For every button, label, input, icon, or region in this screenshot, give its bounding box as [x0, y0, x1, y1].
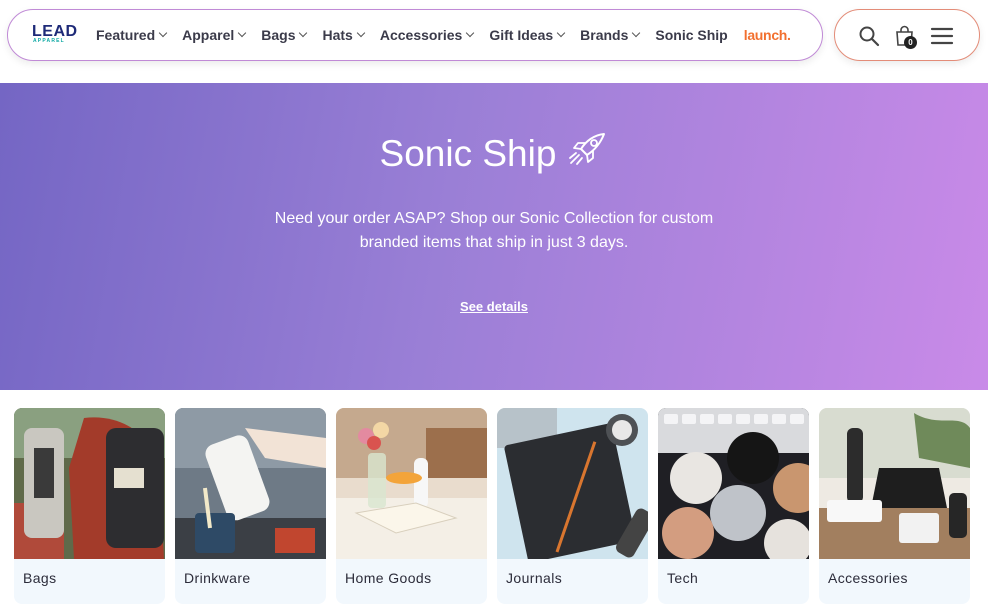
category-row: Bags Drinkware Home Goods Journals Tech …: [14, 408, 970, 604]
tech-image: [658, 408, 809, 559]
hero-title: Sonic Ship: [379, 132, 557, 174]
nav-item-featured[interactable]: Featured: [96, 27, 168, 43]
nav-label: Bags: [261, 27, 296, 43]
chevron-down-icon: [356, 28, 366, 38]
logo-subtext: APPAREL: [33, 38, 65, 44]
category-card-drinkware[interactable]: Drinkware: [175, 408, 326, 604]
search-icon[interactable]: [857, 24, 881, 48]
category-card-bags[interactable]: Bags: [14, 408, 165, 604]
drinkware-image: [175, 408, 326, 559]
nav-item-sonic-ship[interactable]: Sonic Ship: [655, 27, 727, 43]
category-label: Tech: [667, 570, 699, 586]
hero-description: Need your order ASAP? Shop our Sonic Col…: [274, 210, 714, 251]
header-actions: 0: [834, 9, 980, 61]
chevron-down-icon: [632, 28, 641, 38]
see-details-link[interactable]: See details: [0, 299, 988, 314]
category-label: Accessories: [828, 570, 908, 586]
nav-label: Hats: [322, 27, 353, 43]
nav-item-bags[interactable]: Bags: [261, 27, 308, 43]
category-card-tech[interactable]: Tech: [658, 408, 809, 604]
chevron-down-icon: [299, 28, 308, 38]
hamburger-icon[interactable]: [930, 24, 954, 48]
launch-logo-link[interactable]: launch.: [744, 27, 791, 43]
home-goods-image: [336, 408, 487, 559]
chevron-down-icon: [556, 28, 566, 38]
cart-icon[interactable]: 0: [893, 24, 917, 49]
nav-label: Apparel: [182, 27, 235, 43]
nav-label: Sonic Ship: [655, 27, 728, 43]
category-label: Home Goods: [345, 570, 432, 586]
category-label: Journals: [506, 570, 563, 586]
nav-item-gift-ideas[interactable]: Gift Ideas: [489, 27, 566, 43]
nav-item-accessories[interactable]: Accessories: [379, 27, 475, 43]
lead-apparel-logo[interactable]: LEAD APPAREL: [32, 23, 80, 47]
rocket-icon: [566, 131, 608, 176]
nav-item-apparel[interactable]: Apparel: [182, 27, 247, 43]
category-card-accessories[interactable]: Accessories: [819, 408, 970, 604]
nav-label: Gift Ideas: [489, 27, 554, 43]
category-label: Drinkware: [184, 570, 251, 586]
category-card-home-goods[interactable]: Home Goods: [336, 408, 487, 604]
chevron-down-icon: [466, 28, 475, 38]
hero-title-row: Sonic Ship: [0, 131, 988, 176]
nav-item-hats[interactable]: Hats: [322, 27, 366, 43]
main-nav: LEAD APPAREL Featured Apparel Bags Hats …: [7, 9, 823, 61]
category-label: Bags: [23, 570, 57, 586]
nav-label: Accessories: [379, 27, 463, 43]
journals-image: [497, 408, 648, 559]
nav-label: Brands: [580, 27, 629, 43]
cart-count-badge: 0: [904, 36, 917, 49]
nav-label: Featured: [96, 27, 156, 43]
chevron-down-icon: [238, 28, 247, 38]
sonic-ship-hero: Sonic Ship Need your order ASAP? Shop ou…: [0, 83, 988, 390]
bags-image: [14, 408, 165, 559]
accessories-image: [819, 408, 970, 559]
chevron-down-icon: [158, 28, 168, 38]
nav-item-brands[interactable]: Brands: [580, 27, 641, 43]
category-card-journals[interactable]: Journals: [497, 408, 648, 604]
header: LEAD APPAREL Featured Apparel Bags Hats …: [0, 0, 988, 82]
